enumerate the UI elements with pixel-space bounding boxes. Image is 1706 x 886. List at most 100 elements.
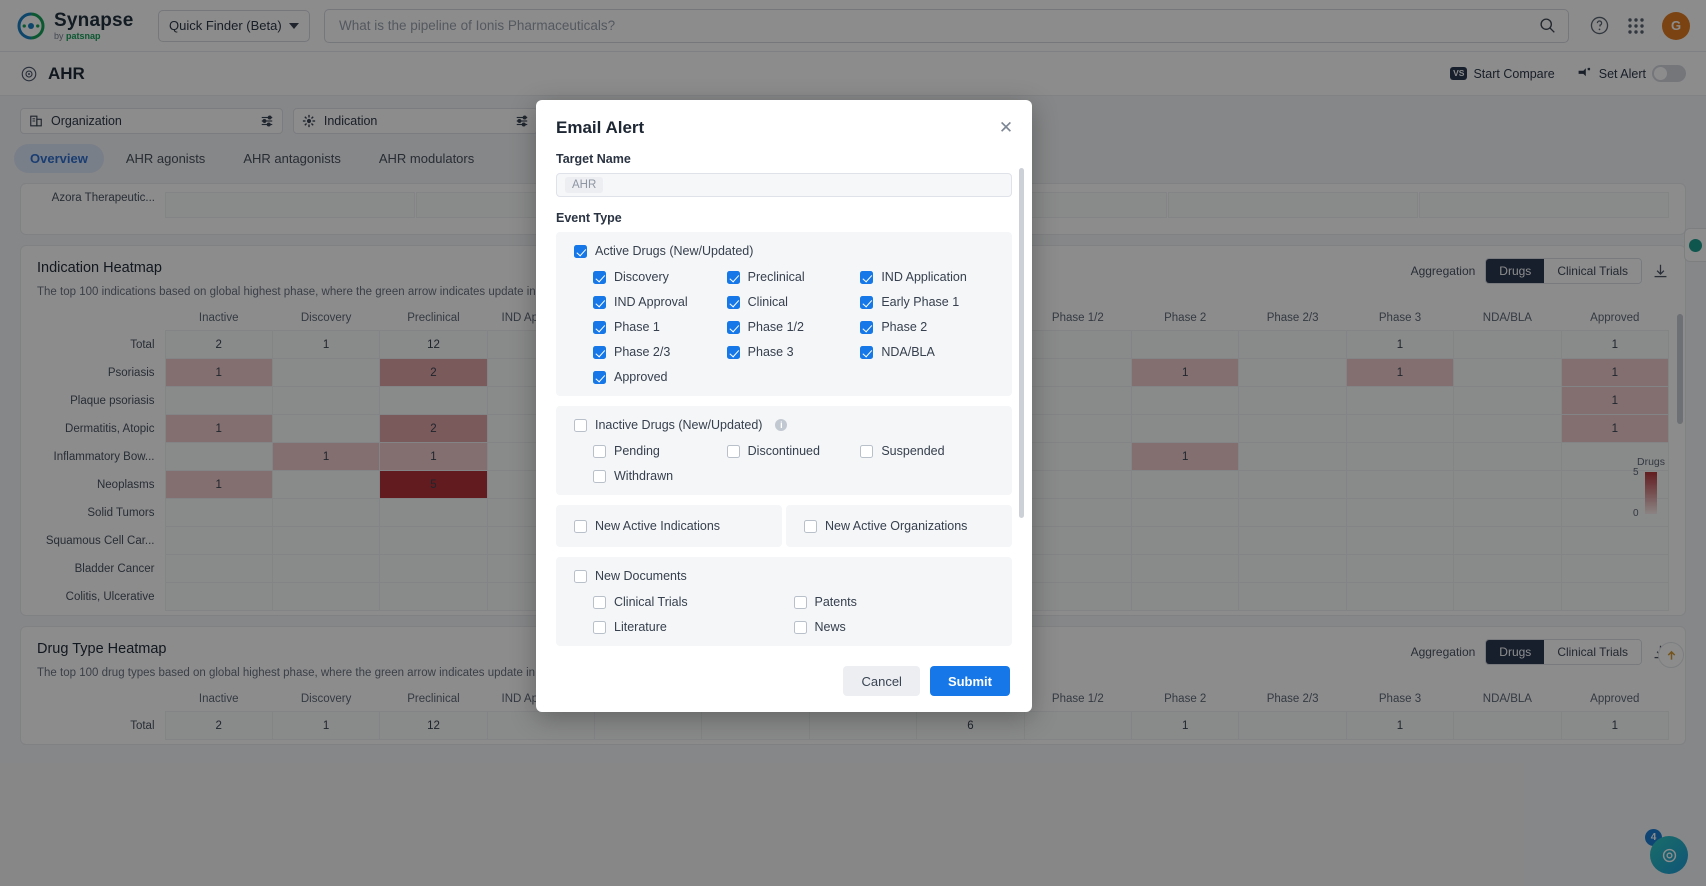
- checkbox[interactable]: [574, 569, 587, 583]
- checkbox[interactable]: [593, 320, 606, 334]
- checkbox-label[interactable]: Phase 2: [881, 320, 927, 334]
- checkbox[interactable]: [793, 595, 807, 609]
- checkbox[interactable]: [574, 519, 587, 533]
- checkbox-option[interactable]: NDA/BLA: [860, 345, 994, 359]
- checkbox-option[interactable]: Clinical: [726, 295, 861, 309]
- checkbox-label[interactable]: Withdrawn: [614, 469, 673, 483]
- checkbox-option[interactable]: Preclinical: [726, 270, 861, 284]
- checkbox-option[interactable]: Early Phase 1: [860, 295, 994, 309]
- checkbox[interactable]: [593, 595, 606, 609]
- checkbox-label[interactable]: NDA/BLA: [881, 345, 935, 359]
- checkbox-grid: Clinical Trials Patents Literature News: [574, 595, 994, 634]
- checkbox-option[interactable]: Patents: [793, 595, 995, 609]
- checkbox-label[interactable]: Approved: [614, 370, 668, 384]
- checkbox-label[interactable]: Preclinical: [748, 270, 805, 284]
- info-icon[interactable]: i: [775, 419, 788, 431]
- checkbox[interactable]: [804, 519, 817, 533]
- checkbox-label[interactable]: IND Application: [881, 270, 966, 284]
- checkbox-option[interactable]: Clinical Trials: [593, 595, 794, 609]
- checkbox-option[interactable]: Phase 1/2: [726, 320, 861, 334]
- checkbox-label[interactable]: New Active Organizations: [825, 519, 967, 533]
- checkbox[interactable]: [793, 620, 807, 634]
- checkbox-label[interactable]: Discontinued: [748, 444, 820, 458]
- checkbox[interactable]: [726, 444, 740, 458]
- checkbox-option[interactable]: Phase 3: [726, 345, 861, 359]
- checkbox-label[interactable]: Inactive Drugs (New/Updated): [595, 418, 762, 432]
- checkbox-option[interactable]: New Active Organizations: [804, 519, 994, 533]
- checkbox-option[interactable]: Discontinued: [726, 444, 861, 458]
- checkbox[interactable]: [574, 244, 587, 258]
- checkbox-label[interactable]: Patents: [815, 595, 857, 609]
- checkbox-option[interactable]: Phase 2: [860, 320, 994, 334]
- group-parent-checkbox[interactable]: New Documents: [574, 569, 994, 583]
- checkbox-label[interactable]: Suspended: [881, 444, 944, 458]
- group-active-drugs: Active Drugs (New/Updated) Discovery Precl…: [556, 232, 1012, 396]
- checkbox[interactable]: [593, 295, 606, 309]
- modal-body: Target Name AHR Event Type Active Drugs …: [536, 138, 1032, 650]
- modal-header: Email Alert ✕: [536, 100, 1032, 138]
- checkbox-label[interactable]: Clinical: [748, 295, 788, 309]
- checkbox-option[interactable]: News: [793, 620, 995, 634]
- checkbox[interactable]: [593, 270, 606, 284]
- cancel-button[interactable]: Cancel: [843, 666, 920, 696]
- checkbox-grid: Pending Discontinued Suspended Withdrawn: [574, 444, 994, 483]
- checkbox-label[interactable]: Pending: [614, 444, 660, 458]
- checkbox[interactable]: [726, 295, 740, 309]
- checkbox-label[interactable]: Phase 3: [748, 345, 794, 359]
- group-new-documents: New Documents Clinical Trials Patents Liter…: [556, 557, 1012, 646]
- checkbox-label[interactable]: Phase 1/2: [748, 320, 804, 334]
- checkbox-option[interactable]: IND Application: [860, 270, 994, 284]
- checkbox-label[interactable]: Phase 2/3: [614, 345, 670, 359]
- checkbox[interactable]: [593, 620, 606, 634]
- checkbox-label[interactable]: Active Drugs (New/Updated): [595, 244, 753, 258]
- checkbox-option[interactable]: IND Approval: [593, 295, 727, 309]
- checkbox-option[interactable]: Phase 1: [593, 320, 727, 334]
- checkbox[interactable]: [860, 444, 874, 458]
- checkbox-option[interactable]: Phase 2/3: [593, 345, 727, 359]
- checkbox-label[interactable]: News: [815, 620, 846, 634]
- group-inactive-drugs: Inactive Drugs (New/Updated) i Pending Disc…: [556, 406, 1012, 495]
- checkbox[interactable]: [860, 345, 874, 359]
- checkbox[interactable]: [593, 370, 606, 384]
- target-name-input: AHR: [556, 173, 1012, 197]
- checkbox[interactable]: [593, 444, 606, 458]
- checkbox[interactable]: [593, 345, 606, 359]
- group-parent-checkbox[interactable]: Inactive Drugs (New/Updated) i: [574, 418, 994, 432]
- group-new-active: New Active Indications New Active Organiz…: [556, 505, 1012, 547]
- checkbox-label[interactable]: Clinical Trials: [614, 595, 688, 609]
- checkbox-label[interactable]: Literature: [614, 620, 667, 634]
- email-alert-modal: Email Alert ✕ Target Name AHR Event Type…: [536, 100, 1032, 712]
- close-icon[interactable]: ✕: [996, 118, 1016, 138]
- submit-button[interactable]: Submit: [929, 666, 1010, 696]
- checkbox[interactable]: [574, 418, 587, 432]
- checkbox-label[interactable]: Discovery: [614, 270, 669, 284]
- checkbox[interactable]: [726, 345, 740, 359]
- checkbox-option[interactable]: Suspended: [860, 444, 994, 458]
- app-root: Synapse by patsnap Quick Finder (Beta) W…: [0, 0, 1706, 886]
- checkbox[interactable]: [593, 469, 606, 483]
- group-parent-checkbox[interactable]: Active Drugs (New/Updated): [574, 244, 994, 258]
- checkbox[interactable]: [726, 270, 740, 284]
- checkbox-label[interactable]: IND Approval: [614, 295, 688, 309]
- checkbox-option[interactable]: New Active Indications: [574, 519, 764, 533]
- checkbox-label[interactable]: Early Phase 1: [881, 295, 959, 309]
- checkbox-option[interactable]: Approved: [593, 370, 727, 384]
- checkbox-grid: Discovery Preclinical IND Application IND A…: [574, 270, 994, 384]
- checkbox[interactable]: [860, 295, 874, 309]
- checkbox-label[interactable]: New Active Indications: [595, 519, 720, 533]
- checkbox-option[interactable]: Withdrawn: [593, 469, 727, 483]
- event-type-label: Event Type: [556, 211, 622, 225]
- checkbox-option[interactable]: Pending: [593, 444, 727, 458]
- checkbox-label[interactable]: Phase 1: [614, 320, 660, 334]
- checkbox-option[interactable]: Discovery: [593, 270, 727, 284]
- modal-footer: Cancel Submit: [536, 650, 1032, 712]
- checkbox-label[interactable]: New Documents: [595, 569, 687, 583]
- checkbox[interactable]: [726, 320, 740, 334]
- target-name-label: Target Name: [556, 152, 631, 166]
- checkbox-option[interactable]: Literature: [593, 620, 794, 634]
- modal-title: Email Alert: [556, 118, 645, 137]
- checkbox[interactable]: [860, 320, 874, 334]
- checkbox[interactable]: [860, 270, 874, 284]
- modal-vertical-scrollbar[interactable]: [1019, 168, 1024, 518]
- target-name-tag: AHR: [565, 177, 604, 193]
